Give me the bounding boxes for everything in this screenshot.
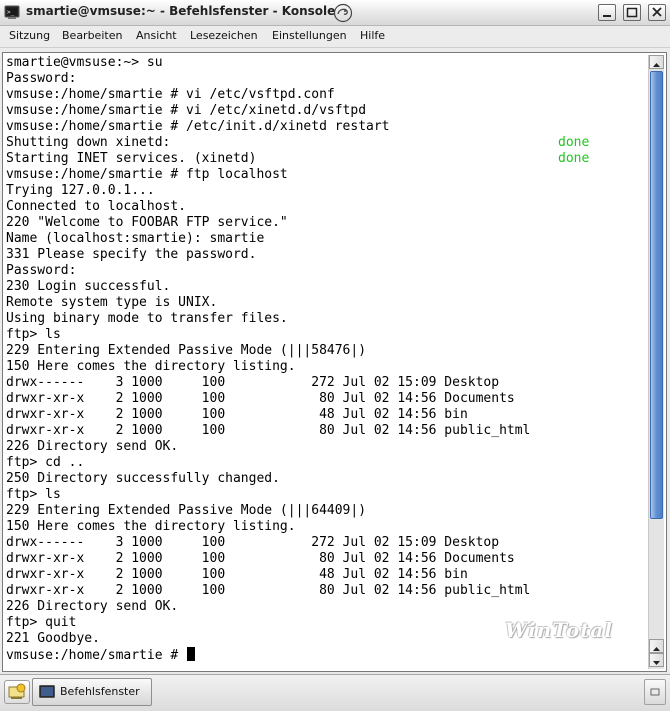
suse-logo-icon	[333, 3, 353, 23]
terminal-line: 220 "Welcome to FOOBAR FTP service."	[6, 215, 288, 230]
taskbar-right-button[interactable]	[644, 679, 666, 705]
status-done: done	[558, 151, 590, 166]
window-title: smartie@vmsuse:~ - Befehlsfenster - Kons…	[26, 4, 336, 18]
terminal-line: Shutting down xinetd:	[6, 135, 171, 150]
scroll-up-button[interactable]	[649, 55, 664, 69]
menu-ansicht[interactable]: Ansicht	[136, 29, 177, 42]
terminal-line: 229 Entering Extended Passive Mode (|||6…	[6, 503, 367, 518]
terminal-line: 230 Login successful.	[6, 279, 171, 294]
terminal-line: smartie@vmsuse:~> su	[6, 55, 163, 70]
terminal-line: 250 Directory successfully changed.	[6, 471, 280, 486]
svg-text:>_: >_	[7, 9, 15, 16]
terminal-line: Name (localhost:smartie): smartie	[6, 231, 265, 246]
terminal-line: 229 Entering Extended Passive Mode (|||5…	[6, 343, 367, 358]
taskbar-task-label: Befehlsfenster	[60, 685, 140, 698]
scrollbar-thumb[interactable]	[650, 71, 663, 519]
terminal-line: ftp> quit	[6, 615, 77, 630]
taskbar-button-befehlsfenster[interactable]: Befehlsfenster	[32, 678, 152, 706]
terminal-line: drwx------ 3 1000 100 272 Jul 02 15:09 D…	[6, 375, 500, 390]
kde-menu-button[interactable]	[4, 680, 30, 704]
menu-sitzung[interactable]: Sitzung	[9, 29, 50, 42]
terminal-line: ftp> cd ..	[6, 455, 85, 470]
title-bar[interactable]: >_ smartie@vmsuse:~ - Befehlsfenster - K…	[0, 0, 670, 26]
terminal-line: Using binary mode to transfer files.	[6, 311, 288, 326]
terminal-line: 226 Directory send OK.	[6, 439, 179, 454]
terminal-line: drwxr-xr-x 2 1000 100 80 Jul 02 14:56 Do…	[6, 551, 515, 566]
terminal-line: ftp> ls	[6, 487, 61, 502]
taskbar: Befehlsfenster	[0, 674, 670, 711]
terminal-line: Password:	[6, 263, 77, 278]
terminal-line: Password:	[6, 71, 77, 86]
terminal-line: Connected to localhost.	[6, 199, 187, 214]
terminal-line: ftp> ls	[6, 327, 61, 342]
watermark: WinTotal	[505, 618, 613, 642]
text-cursor	[187, 647, 196, 661]
terminal-line: drwxr-xr-x 2 1000 100 80 Jul 02 14:56 pu…	[6, 423, 531, 438]
terminal-line: 150 Here comes the directory listing.	[6, 519, 296, 534]
minimize-button[interactable]	[598, 4, 616, 21]
status-done: done	[558, 135, 590, 150]
terminal-line: drwxr-xr-x 2 1000 100 48 Jul 02 14:56 bi…	[6, 407, 468, 422]
terminal-line: vmsuse:/home/smartie # /etc/init.d/xinet…	[6, 119, 390, 134]
terminal-line: Remote system type is UNIX.	[6, 295, 218, 310]
panel-icon	[650, 688, 660, 696]
scroll-up-button-lower[interactable]	[649, 639, 664, 653]
terminal-icon	[39, 685, 55, 698]
terminal-line: 150 Here comes the directory listing.	[6, 359, 296, 374]
desktop-icon	[8, 683, 26, 699]
terminal-line: vmsuse:/home/smartie # ftp localhost	[6, 167, 288, 182]
maximize-button[interactable]	[623, 4, 641, 21]
terminal-line: Starting INET services. (xinetd)	[6, 151, 257, 166]
konsole-window: >_ smartie@vmsuse:~ - Befehlsfenster - K…	[0, 0, 670, 672]
terminal-prompt-line: vmsuse:/home/smartie #	[6, 647, 196, 663]
terminal-line: drwxr-xr-x 2 1000 100 80 Jul 02 14:56 Do…	[6, 391, 515, 406]
terminal-line: Trying 127.0.0.1...	[6, 183, 155, 198]
terminal-line: 221 Goodbye.	[6, 631, 100, 646]
terminal-line: drwx------ 3 1000 100 272 Jul 02 15:09 D…	[6, 535, 500, 550]
terminal-line: vmsuse:/home/smartie # vi /etc/vsftpd.co…	[6, 87, 335, 102]
arrow-down-icon	[653, 661, 660, 665]
terminal-line: drwxr-xr-x 2 1000 100 80 Jul 02 14:56 pu…	[6, 583, 531, 598]
menu-lesezeichen[interactable]: Lesezeichen	[190, 29, 258, 42]
scroll-down-button[interactable]	[649, 653, 664, 667]
close-button[interactable]	[648, 4, 666, 21]
terminal-line: drwxr-xr-x 2 1000 100 48 Jul 02 14:56 bi…	[6, 567, 468, 582]
prompt-text: vmsuse:/home/smartie #	[6, 648, 187, 663]
menu-hilfe[interactable]: Hilfe	[360, 29, 385, 42]
menu-einstellungen[interactable]: Einstellungen	[272, 29, 347, 42]
vertical-scrollbar[interactable]	[648, 55, 664, 669]
terminal-line: vmsuse:/home/smartie # vi /etc/xinetd.d/…	[6, 103, 367, 118]
terminal-line: 331 Please specify the password.	[6, 247, 257, 262]
terminal-line: 226 Directory send OK.	[6, 599, 179, 614]
terminal-output[interactable]: vmsuse:/home/smartie # 221 Goodbye. ftp> …	[5, 55, 647, 669]
menu-bar: Sitzung Bearbeiten Ansicht Lesezeichen E…	[0, 26, 670, 48]
arrow-up-icon	[653, 63, 660, 67]
terminal-icon: >_	[4, 5, 20, 19]
menu-bearbeiten[interactable]: Bearbeiten	[62, 29, 122, 42]
